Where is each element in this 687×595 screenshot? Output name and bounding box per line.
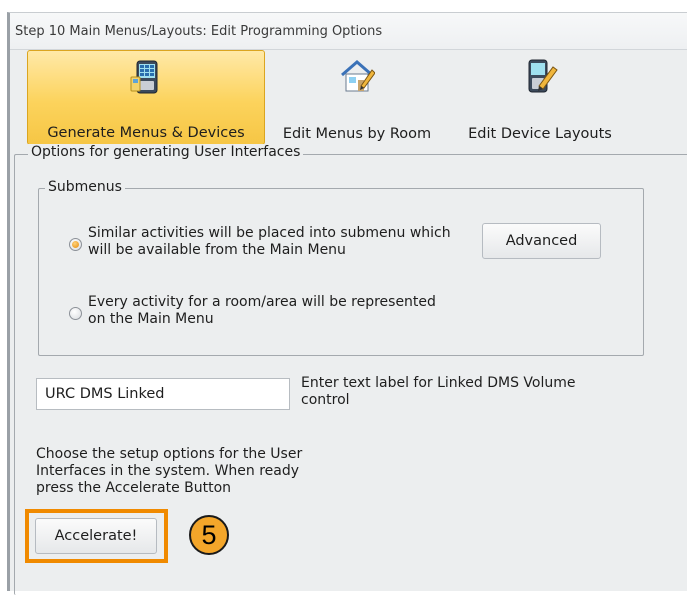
- accelerate-button[interactable]: Accelerate!: [35, 518, 157, 554]
- house-edit-icon: [339, 58, 376, 94]
- main-menu-option-label[interactable]: Every activity for a room/area will be r…: [88, 294, 436, 328]
- window-titlebar: Step 10 Main Menus/Layouts: Edit Program…: [10, 13, 687, 50]
- submenus-group-title: Submenus: [45, 179, 125, 195]
- ribbon-item-label: Generate Menus & Devices: [47, 125, 245, 141]
- ribbon-toolbar: Generate Menus & Devices Edit Menus by R…: [10, 50, 687, 145]
- dms-description-line2: control: [301, 392, 350, 408]
- submenu-option-line1: Similar activities will be placed into s…: [88, 225, 451, 241]
- ribbon-generate-menus-devices-button[interactable]: Generate Menus & Devices: [27, 50, 265, 145]
- submenu-option-label[interactable]: Similar activities will be placed into s…: [88, 225, 451, 259]
- ribbon-edit-device-layouts-button[interactable]: Edit Device Layouts: [451, 50, 629, 145]
- dms-description-line1: Enter text label for Linked DMS Volume: [301, 375, 576, 391]
- remote-grid-icon: [129, 59, 165, 95]
- ribbon-item-label: Edit Device Layouts: [468, 126, 612, 142]
- options-group-title: Options for generating User Interfaces: [28, 144, 304, 160]
- submenu-option-radio[interactable]: [69, 238, 82, 251]
- ribbon-edit-menus-by-room-button[interactable]: Edit Menus by Room: [268, 50, 446, 145]
- submenus-group-box: [38, 188, 644, 356]
- instructions-line3: press the Accelerate Button: [36, 480, 232, 496]
- instructions-line2: Interfaces in the system. When ready: [36, 463, 300, 479]
- advanced-button[interactable]: Advanced: [482, 223, 601, 259]
- window-title: Step 10 Main Menus/Layouts: Edit Program…: [15, 24, 383, 39]
- dms-label-description: Enter text label for Linked DMS Volume c…: [301, 375, 576, 409]
- dms-label-input[interactable]: [36, 378, 290, 410]
- window-frame: Step 10 Main Menus/Layouts: Edit Program…: [7, 12, 687, 595]
- device-edit-icon: [522, 58, 558, 94]
- instructions-line1: Choose the setup options for the User: [36, 446, 303, 462]
- main-menu-option-line2: on the Main Menu: [88, 311, 214, 327]
- ribbon-item-label: Edit Menus by Room: [282, 126, 432, 142]
- submenu-option-line2: will be available from the Main Menu: [88, 242, 346, 258]
- step-number-badge: 5: [189, 515, 229, 555]
- instructions-text: Choose the setup options for the User In…: [36, 446, 302, 497]
- main-menu-option-radio[interactable]: [69, 307, 82, 320]
- main-menu-option-line1: Every activity for a room/area will be r…: [88, 294, 436, 310]
